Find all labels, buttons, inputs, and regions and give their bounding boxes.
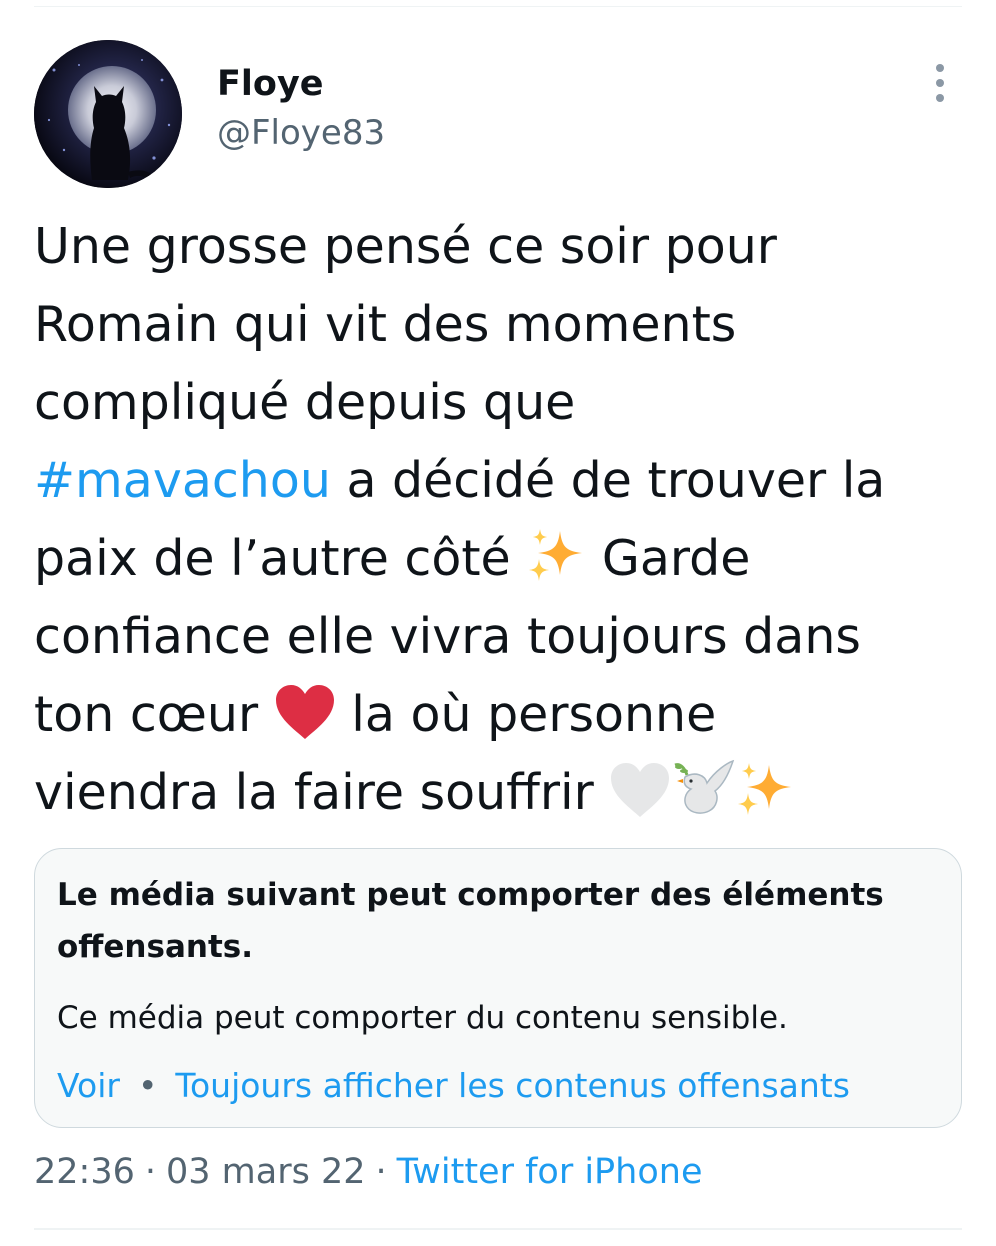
more-icon-dot (936, 64, 944, 72)
action-separator: • (137, 1066, 158, 1105)
more-icon-dot (936, 94, 944, 102)
tweet-line: Une grosse pensé ce soir pour (34, 218, 777, 275)
tweet-line: confiance elle vivra toujours dans (34, 608, 861, 665)
sensitive-warning-title: Le média suivant peut comporter des élém… (57, 877, 884, 965)
cat-moon-avatar-icon (34, 40, 182, 188)
tweet-text-segment: paix de l’autre côté (34, 530, 527, 587)
meta-separator: · (375, 1152, 387, 1192)
sparkles-icon (526, 525, 586, 585)
tweet-line: viendra la faire souffrir (34, 754, 974, 832)
tweet-source-link[interactable]: Twitter for iPhone (397, 1152, 703, 1192)
hashtag-link[interactable]: #mavachou (34, 452, 331, 509)
tweet-text-segment: la où personne (335, 686, 717, 743)
tweet-time[interactable]: 22:36 (34, 1152, 135, 1192)
top-divider (34, 6, 962, 7)
white-heart-icon (609, 761, 671, 819)
sparkles-icon (735, 759, 795, 819)
author-block[interactable]: Floye @Floye83 (217, 60, 385, 156)
sensitive-media-warning: Le média suivant peut comporter des élém… (34, 848, 962, 1128)
sensitive-warning-description: Ce média peut comporter du contenu sensi… (57, 1000, 788, 1036)
tweet-line: compliqué depuis que (34, 374, 576, 431)
dove-icon (671, 757, 735, 819)
user-handle[interactable]: @Floye83 (217, 110, 385, 156)
avatar[interactable] (34, 40, 182, 188)
always-show-sensitive-link[interactable]: Toujours afficher les contenus offensant… (175, 1066, 850, 1105)
more-options-button[interactable] (920, 62, 960, 104)
tweet-meta: 22:36 · 03 mars 22 · Twitter for iPhone (34, 1148, 702, 1196)
tweet-text-segment: Garde (586, 530, 751, 587)
tweet-text-segment: ton cœur (34, 686, 274, 743)
display-name[interactable]: Floye (217, 60, 385, 108)
meta-separator: · (144, 1152, 157, 1192)
tweet-text-segment: viendra la faire souffrir (34, 764, 610, 821)
more-icon-dot (936, 79, 944, 87)
bottom-divider (34, 1228, 962, 1230)
sensitive-warning-actions: Voir • Toujours afficher les contenus offe… (57, 1063, 850, 1109)
tweet-line: paix de l’autre côté Garde (34, 520, 974, 598)
tweet-text-segment: a décidé de trouver la (330, 452, 886, 509)
view-media-link[interactable]: Voir (57, 1066, 120, 1105)
tweet-date[interactable]: 03 mars 22 (166, 1152, 366, 1192)
red-heart-icon (274, 683, 336, 741)
tweet-line: Romain qui vit des moments (34, 296, 737, 353)
tweet-line: ton cœur la où personne (34, 676, 974, 754)
tweet-line: #mavachou a décidé de trouver la (34, 442, 974, 520)
tweet-text: Une grosse pensé ce soir pour Romain qui… (34, 208, 974, 832)
